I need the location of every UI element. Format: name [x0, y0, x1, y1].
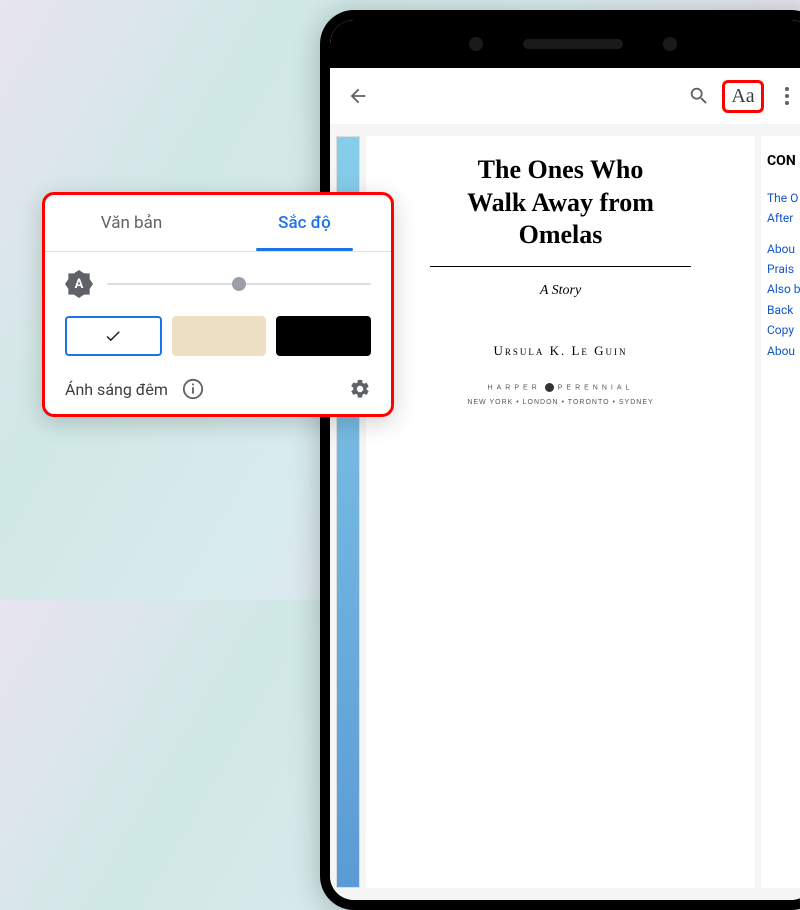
auto-brightness-toggle[interactable]: A	[65, 270, 93, 298]
settings-tabs: Văn bản Sắc độ	[45, 195, 391, 251]
kebab-icon	[785, 87, 789, 105]
toc-link[interactable]: Also b	[767, 279, 800, 299]
back-button[interactable]	[336, 74, 380, 118]
toc-link[interactable]: Abou	[767, 239, 800, 259]
toc-link[interactable]: The O	[767, 188, 800, 208]
gear-icon[interactable]	[349, 378, 371, 400]
book-author: Ursula K. Le Guin	[374, 343, 747, 359]
page-thumbnail-next[interactable]: CON The O After Abou Prais Also b Back C…	[761, 136, 800, 888]
theme-sepia[interactable]	[172, 316, 267, 356]
phone-frame: Aa The Ones Who Walk Away from Omelas A …	[320, 10, 800, 910]
text-settings-button[interactable]: Aa	[721, 74, 765, 118]
publisher-cities: NEW YORK • LONDON • TORONTO • SYDNEY	[374, 399, 747, 406]
overflow-menu-button[interactable]	[765, 74, 800, 118]
brightness-row: A	[45, 252, 391, 304]
publisher-line: HARPERPERENNIAL	[374, 383, 747, 392]
app-bar: Aa	[330, 68, 800, 124]
toc-link[interactable]: After	[767, 208, 800, 228]
tab-brightness[interactable]: Sắc độ	[218, 195, 391, 251]
book-title: The Ones Who Walk Away from Omelas	[374, 154, 747, 252]
toc-link[interactable]: Back	[767, 300, 800, 320]
toc-link[interactable]: Copy	[767, 320, 800, 340]
toc-link[interactable]: Prais	[767, 259, 800, 279]
info-icon[interactable]	[182, 378, 204, 400]
search-icon	[688, 85, 710, 107]
brightness-slider[interactable]	[107, 283, 371, 285]
night-light-row: Ánh sáng đêm	[45, 364, 391, 400]
page-current[interactable]: The Ones Who Walk Away from Omelas A Sto…	[366, 136, 755, 888]
theme-swatches	[45, 304, 391, 364]
slider-thumb[interactable]	[232, 277, 246, 291]
theme-white[interactable]	[65, 316, 162, 356]
display-settings-panel: Văn bản Sắc độ A Ánh sáng đêm	[42, 192, 394, 417]
night-light-label: Ánh sáng đêm	[65, 380, 168, 399]
notch	[330, 20, 800, 68]
book-subtitle: A Story	[374, 283, 747, 299]
tab-text[interactable]: Văn bản	[45, 195, 218, 251]
auto-a-icon: A	[75, 277, 84, 292]
title-divider	[430, 266, 691, 267]
phone-screen: Aa The Ones Who Walk Away from Omelas A …	[330, 20, 800, 900]
search-button[interactable]	[677, 74, 721, 118]
theme-black[interactable]	[276, 316, 371, 356]
toc-heading: CON	[767, 150, 800, 174]
check-icon	[104, 327, 122, 345]
text-aa-icon: Aa	[722, 80, 763, 113]
arrow-left-icon	[347, 85, 369, 107]
toc-link[interactable]: Abou	[767, 341, 800, 361]
reader-carousel[interactable]: The Ones Who Walk Away from Omelas A Sto…	[330, 124, 800, 900]
